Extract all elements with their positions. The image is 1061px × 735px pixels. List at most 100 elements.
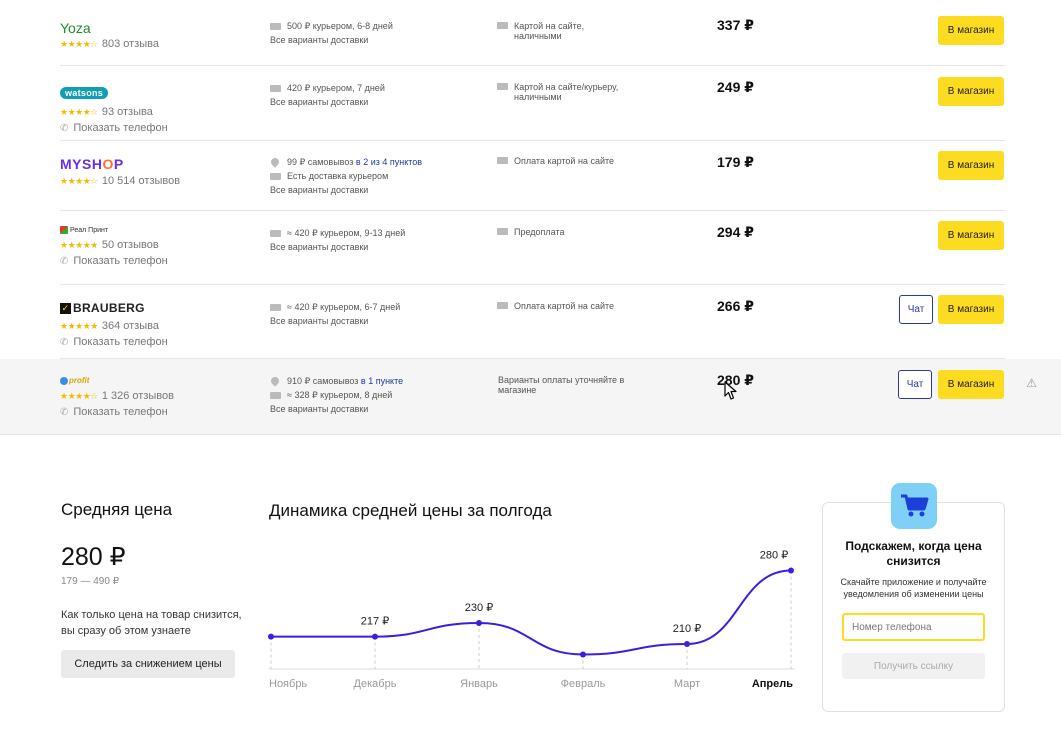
phone-icon: ✆ <box>60 406 69 418</box>
payment-text: Оплата картой на сайте <box>514 156 614 166</box>
offer-row: ✓ BRAUBERG ★★★★★ 364 отзыва ✆ Показать теле… <box>60 285 1005 359</box>
pickup-points-link[interactable]: в 2 из 4 пунктов <box>356 157 422 167</box>
delivery-info: 910 ₽ самовывоз в 1 пункте ≈ 328 ₽ курье… <box>269 374 403 416</box>
shop-rating: ★★★★★ 364 отзыва <box>60 320 168 332</box>
shop-info: Реал Принт ★★★★★ 50 отзывов ✆ Показать тел… <box>60 226 168 267</box>
to-shop-button[interactable]: В магазин <box>938 295 1004 324</box>
rating-stars: ★★★★☆ <box>60 391 98 401</box>
phone-icon: ✆ <box>60 255 69 267</box>
to-shop-button[interactable]: В магазин <box>938 16 1004 45</box>
delivery-info: 500 ₽ курьером, 6-8 дней Все варианты до… <box>270 19 393 47</box>
pickup-points-link[interactable]: в 1 пункте <box>361 376 403 386</box>
pickup-text: 99 ₽ самовывоз <box>287 157 356 167</box>
delivery-text: ≈ 420 ₽ курьером, 6-7 дней <box>287 302 401 312</box>
chart-point-label-2: 230 ₽ <box>465 602 493 614</box>
shop-logo[interactable]: watsons <box>60 87 109 99</box>
delivery-text: 420 ₽ курьером, 7 дней <box>287 83 385 93</box>
shop-rating: ★★★★☆ 1 326 отзывов <box>60 390 174 402</box>
payment-text: Картой на сайте/курьеру, наличными <box>514 82 619 102</box>
reviews-link[interactable]: 93 отзыва <box>102 106 153 118</box>
show-phone-label: Показать телефон <box>73 122 168 134</box>
reviews-link[interactable]: 10 514 отзывов <box>102 175 180 187</box>
warning-icon[interactable]: ⚠ <box>1026 376 1037 390</box>
card-icon <box>497 22 508 29</box>
pin-icon <box>269 156 281 168</box>
chat-button[interactable]: Чат <box>898 370 932 399</box>
delivery-text: 500 ₽ курьером, 6-8 дней <box>287 21 393 31</box>
payment-info: Оплата картой на сайте <box>497 301 614 311</box>
all-delivery-link[interactable]: Все варианты доставки <box>270 183 422 197</box>
delivery-text: Есть доставка курьером <box>287 171 389 181</box>
pin-icon <box>269 375 281 387</box>
average-price-value: 280 ₽ <box>61 543 126 571</box>
delivery-info: 420 ₽ курьером, 7 дней Все варианты дост… <box>270 81 385 109</box>
promo-title: Подскажем, когда цена снизится <box>845 539 982 568</box>
to-shop-button[interactable]: В магазин <box>938 221 1004 250</box>
rating-stars: ★★★★☆ <box>60 39 98 49</box>
to-shop-button[interactable]: В магазин <box>938 151 1004 180</box>
payment-text: Варианты оплаты уточняйте в магазине <box>498 375 625 395</box>
chart-point-label-1: 217 ₽ <box>361 616 389 628</box>
all-delivery-link[interactable]: Все варианты доставки <box>270 240 405 254</box>
reviews-link[interactable]: 50 отзывов <box>102 239 159 251</box>
shop-logo-part: O <box>102 156 114 172</box>
cart-app-icon <box>891 483 937 529</box>
get-link-button[interactable]: Получить ссылку <box>842 653 985 679</box>
chart-category-label-0: Ноябрь <box>269 678 307 690</box>
delivery-text: ≈ 420 ₽ курьером, 9-13 дней <box>287 228 406 238</box>
show-phone-link[interactable]: ✆ Показать телефон <box>60 406 174 418</box>
truck-icon <box>270 391 281 399</box>
chart-point-5 <box>788 567 794 574</box>
shop-info: Yoza ★★★★☆ 803 отзыва <box>60 20 159 50</box>
rating-stars: ★★★★☆ <box>60 107 98 117</box>
shop-logo[interactable]: ✓ BRAUBERG <box>60 301 168 315</box>
shop-rating: ★★★★☆ 93 отзыва <box>60 106 168 118</box>
show-phone-link[interactable]: ✆ Показать телефон <box>60 255 168 267</box>
shop-logo-text: profit <box>69 376 90 385</box>
offer-row: Yoza ★★★★☆ 803 отзыва 500 ₽ курьером, 6-8… <box>60 0 1005 66</box>
shop-logo[interactable]: MYSHOP <box>60 156 180 172</box>
average-price-text: Как только цена на товар снизится, вы ср… <box>61 609 242 637</box>
payment-text: Предоплата <box>514 227 565 237</box>
show-phone-label: Показать телефон <box>73 336 168 348</box>
show-phone-label: Показать телефон <box>73 406 168 418</box>
follow-price-button[interactable]: Следить за снижением цены <box>61 650 235 678</box>
check-logo-icon: ✓ <box>60 302 71 314</box>
chat-button[interactable]: Чат <box>899 295 933 324</box>
chart-category-label-2: Январь <box>460 678 498 690</box>
show-phone-link[interactable]: ✆ Показать телефон <box>60 122 168 134</box>
reviews-link[interactable]: 803 отзыва <box>102 38 159 50</box>
to-shop-button[interactable]: В магазин <box>938 77 1004 106</box>
delivery-text: ≈ 328 ₽ курьером, 8 дней <box>287 390 393 400</box>
shop-info: ✓ BRAUBERG ★★★★★ 364 отзыва ✆ Показать теле… <box>60 301 168 348</box>
to-shop-button[interactable]: В магазин <box>938 370 1004 399</box>
average-price-title: Средняя цена <box>61 500 173 519</box>
shop-logo[interactable]: Yoza <box>60 20 159 36</box>
chart-point-label-4: 210 ₽ <box>673 623 701 635</box>
offer-price: 294 ₽ <box>717 224 754 240</box>
card-icon <box>497 302 508 309</box>
shop-logo[interactable]: Реал Принт <box>60 226 168 234</box>
delivery-info: ≈ 420 ₽ курьером, 6-7 дней Все варианты … <box>270 300 400 328</box>
all-delivery-link[interactable]: Все варианты доставки <box>270 33 393 47</box>
chart-series-line <box>271 569 792 656</box>
reviews-link[interactable]: 1 326 отзывов <box>102 390 174 402</box>
price-chart: 217 ₽ 230 ₽ 210 ₽ 280 ₽ Ноябрь Декабрь Январь Ф… <box>260 540 805 700</box>
reviews-link[interactable]: 364 отзыва <box>102 320 159 332</box>
payment-info: Варианты оплаты уточняйте в магазине <box>498 375 628 395</box>
offer-price: 266 ₽ <box>717 298 754 314</box>
app-promo-card: Подскажем, когда цена снизится Скачайте … <box>822 483 1005 712</box>
all-delivery-link[interactable]: Все варианты доставки <box>270 314 400 328</box>
show-phone-link[interactable]: ✆ Показать телефон <box>60 336 168 348</box>
all-delivery-link[interactable]: Все варианты доставки <box>270 402 403 416</box>
phone-number-input[interactable] <box>842 613 985 641</box>
average-price-block: Средняя цена 280 ₽ 179 — 490 ₽ Как тольк… <box>61 500 251 678</box>
rating-stars: ★★★★★ <box>60 240 98 250</box>
shop-logo[interactable]: profit <box>60 376 174 385</box>
payment-text: Оплата картой на сайте <box>514 301 614 311</box>
all-delivery-link[interactable]: Все варианты доставки <box>270 95 385 109</box>
payment-info: Оплата картой на сайте <box>497 156 614 166</box>
shop-logo-text: Реал Принт <box>70 226 109 234</box>
truck-icon <box>270 229 281 237</box>
price-range: 179 — 490 ₽ <box>61 576 120 587</box>
